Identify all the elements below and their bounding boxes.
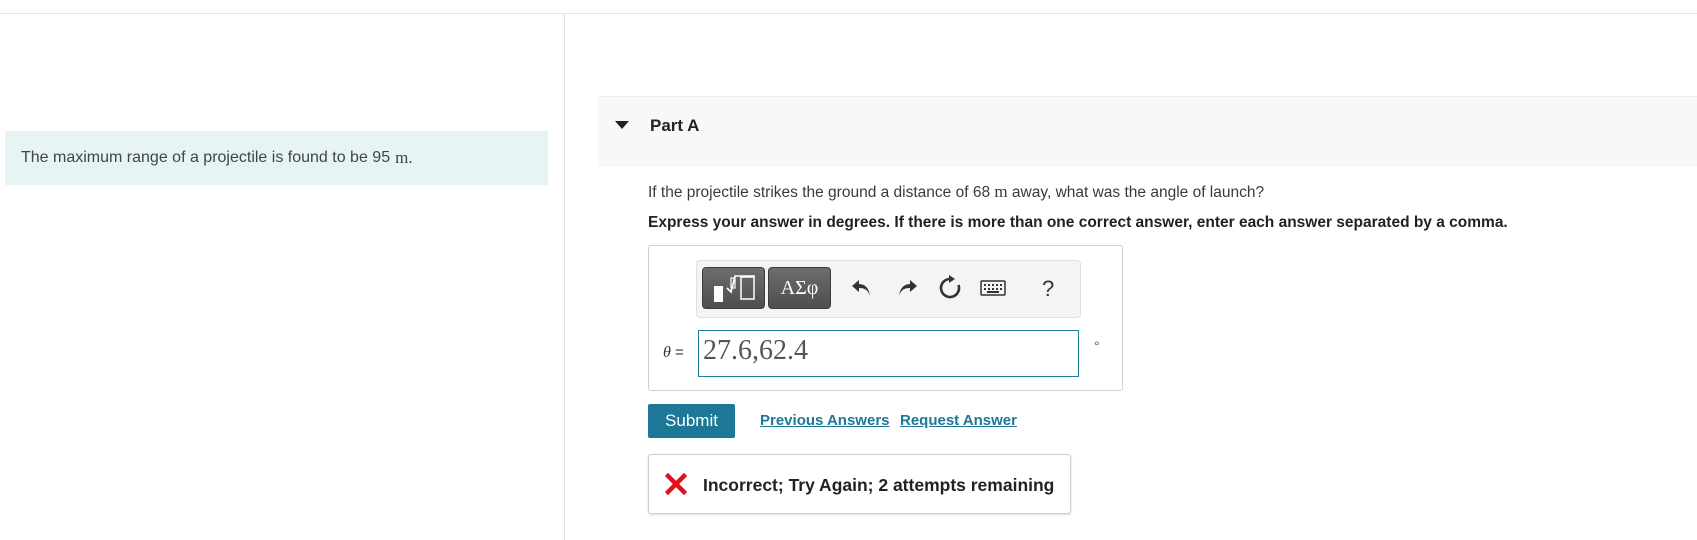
feedback-box: Incorrect; Try Again; 2 attempts remaini… (648, 454, 1071, 514)
top-divider (0, 13, 1697, 14)
question-text-start: If the projectile strikes the ground a d… (648, 184, 991, 201)
previous-answers-link[interactable]: Previous Answers (760, 412, 890, 429)
help-button[interactable]: ? (1042, 276, 1054, 302)
equals-sign: = (675, 344, 684, 361)
problem-text: The maximum range of a projectile is fou… (21, 149, 391, 166)
redo-icon[interactable] (894, 275, 920, 301)
column-divider (564, 13, 565, 540)
answer-instruction: Express your answer in degrees. If there… (648, 214, 1508, 231)
greek-symbols-button[interactable]: ΑΣφ (768, 267, 831, 309)
submit-button[interactable]: Submit (648, 404, 735, 438)
request-answer-link[interactable]: Request Answer (900, 412, 1017, 429)
answer-input[interactable]: 27.6,62.4 (698, 330, 1079, 377)
error-x-icon (665, 473, 687, 495)
math-toolbar: ΑΣφ ? (696, 260, 1081, 318)
question-text: If the projectile strikes the ground a d… (648, 182, 1264, 202)
degree-unit: ° (1094, 338, 1100, 354)
undo-icon[interactable] (849, 275, 875, 301)
problem-statement: The maximum range of a projectile is fou… (5, 131, 548, 185)
part-title: Part A (650, 116, 700, 135)
answer-panel: ΑΣφ ? θ = 27.6,62.4 ° (648, 245, 1123, 391)
templates-icon (714, 275, 755, 302)
problem-unit: m. (395, 148, 413, 167)
templates-button[interactable] (702, 267, 765, 309)
feedback-message: Incorrect; Try Again; 2 attempts remaini… (703, 475, 1055, 495)
variable-label: θ = (663, 344, 684, 362)
reset-icon[interactable] (937, 275, 963, 301)
keyboard-icon[interactable] (980, 278, 1006, 304)
question-text-end: away, what was the angle of launch? (1011, 184, 1265, 201)
variable-symbol: θ (663, 344, 671, 361)
part-header[interactable]: Part A (598, 96, 1697, 167)
collapse-caret-icon[interactable] (615, 121, 629, 129)
question-unit: m (994, 182, 1008, 201)
